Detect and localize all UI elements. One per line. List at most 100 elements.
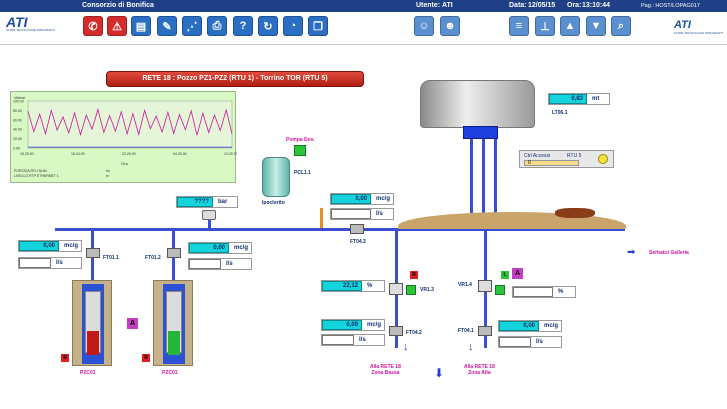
history-icon[interactable]: ↻: [258, 16, 278, 36]
tower-level-unit: mt: [592, 96, 600, 102]
vr13-unit: %: [367, 283, 373, 289]
ft042-pressure-unit: mc/g: [367, 322, 382, 328]
ft041-flowmeter-icon[interactable]: [478, 326, 492, 336]
ft042-flowmeter-icon[interactable]: [389, 326, 403, 336]
gauge-icon[interactable]: ◔: [283, 16, 303, 36]
up-icon[interactable]: ▲: [560, 16, 580, 36]
chart-xtick: 10.29.00: [224, 152, 237, 156]
tower-level-value: 0,83: [549, 94, 587, 104]
ft012-flow-value: [189, 259, 221, 269]
ft041-label: FT04.1: [458, 328, 474, 334]
vr13-remote-badge: R: [410, 271, 418, 279]
ft042-flow-value: [322, 335, 354, 345]
lamp-icon: [598, 154, 608, 164]
rocks: [555, 208, 595, 218]
page-id: Pag.: HOST/LOPAG017: [641, 3, 700, 9]
pump-label: PCL1.1: [294, 170, 311, 176]
tank-label: Ipoclorito: [262, 200, 285, 206]
water-tower: [420, 80, 535, 128]
dosing-pump-icon[interactable]: [294, 145, 306, 156]
ft041-pressure-display: 0,00 mc/g: [498, 320, 562, 332]
chart-ytick: 20.00: [13, 137, 22, 141]
pressure-gauge-icon[interactable]: [202, 210, 216, 220]
vr14-auto-badge: A: [512, 268, 523, 279]
trend-icon[interactable]: ⋰: [182, 16, 202, 36]
time-value: 13:10:44: [582, 2, 611, 9]
report-icon[interactable]: ▤: [131, 16, 151, 36]
ft041-pressure-unit: mc/g: [544, 323, 559, 329]
access-control-panel[interactable]: Ctrl Accessi RTU 5 0: [519, 150, 614, 168]
well-1[interactable]: [72, 280, 112, 366]
ft042-flow-unit: l/s: [359, 337, 366, 343]
ft012-flow-unit: l/s: [226, 261, 233, 267]
ft043-flow-unit: l/s: [376, 211, 383, 217]
chart-ytick: 40.00: [13, 128, 22, 132]
user-name: ATI: [442, 2, 453, 9]
chart-xlabel: Ora: [121, 161, 128, 166]
vr14-label: VR1.4: [458, 282, 472, 288]
ft043-pressure-value: 0,00: [331, 194, 371, 204]
trend-chart-svg: Valore 100.0080.0060.0040.0020.000.00 15…: [13, 95, 238, 178]
vr13-valve-icon[interactable]: [389, 283, 403, 295]
print-icon[interactable]: ⎙: [207, 16, 227, 36]
ft043-label: FT04.3: [350, 239, 366, 245]
vr13-label: VR1.3: [420, 287, 434, 293]
search-icon[interactable]: ⌕: [611, 16, 631, 36]
ft012-pressure-display: 0,00 mc/g: [188, 242, 252, 254]
ft042-pressure-display: 0,00 mc/g: [321, 319, 385, 331]
ft042-label: FT04.2: [406, 330, 422, 336]
toolbar: ATI ALTRE TECNOLOGIE INTEGRANTI ✆ ⚠ ▤ ✎ ⋰…: [0, 12, 727, 45]
pump-title: Pompa Dos.: [286, 137, 315, 143]
chart-yticks: 100.00 80.00 60.00 40.00 20.00 0.00: [13, 100, 24, 151]
vr14-local-badge: L: [501, 271, 509, 279]
chart-xticks: 15.29.00 16.24.00 22.29.00 04.29.00 10.29.00: [20, 152, 238, 156]
serbatoi-label: Serbatoi Galleria: [649, 250, 689, 256]
vr13-display: 22,12 %: [321, 280, 385, 292]
edit-icon[interactable]: ✎: [157, 16, 177, 36]
tree-icon[interactable]: ⊥: [535, 16, 555, 36]
list-icon[interactable]: ≡: [509, 16, 529, 36]
chart-ytick: 0.00: [13, 147, 20, 151]
chart-legend-val-1: I/s: [106, 169, 110, 173]
vr13-actuator-icon[interactable]: [406, 285, 416, 295]
chart-legend-1: PORTATA RTU NUM.: [14, 169, 48, 173]
alarm-icon[interactable]: ⚠: [107, 16, 127, 36]
main-pressure-value: ????: [177, 197, 213, 207]
users-icon[interactable]: ☻: [440, 16, 460, 36]
help-icon[interactable]: ?: [233, 16, 253, 36]
ft011-pressure-display: 0,00 mc/g: [18, 240, 82, 252]
ft011-pressure-value: 0,00: [19, 241, 59, 251]
phone-icon[interactable]: ✆: [83, 16, 103, 36]
ft011-pressure-unit: mc/g: [64, 243, 79, 249]
ft043-flow-display: l/s: [330, 208, 394, 220]
ft041-flow-display: l/s: [498, 336, 562, 348]
ft043-flowmeter-icon[interactable]: [350, 224, 364, 234]
ati-logo-left: ATI ALTRE TECNOLOGIE INTEGRANTI: [6, 14, 55, 32]
arrow-right-icon: ➡: [627, 247, 636, 258]
trend-chart[interactable]: Valore 100.00 80.00 60.00 40.00 20.00 0.00 15…: [10, 91, 238, 183]
ft043-pressure-unit: mc/g: [376, 196, 391, 202]
user-icon[interactable]: ☺: [414, 16, 434, 36]
ft011-flow-value: [19, 258, 51, 268]
scroll-down-icon[interactable]: ⬇: [434, 366, 444, 380]
well-2[interactable]: [153, 280, 193, 366]
well1-label: PZC01: [80, 370, 96, 376]
docs-icon[interactable]: ❐: [308, 16, 328, 36]
tower-level-display: 0,83 mt: [548, 93, 610, 105]
tower-water-level: [463, 126, 498, 139]
ctrl-label: Ctrl Accessi: [524, 153, 551, 159]
ft041-pressure-value: 0,00: [499, 321, 539, 331]
chart-legend-2: LIVELLO RTP ETHERNET 1: [14, 174, 59, 178]
ft041-flow-value: [499, 337, 531, 347]
vr14-actuator-icon[interactable]: [495, 285, 505, 295]
main-pressure-unit: bar: [218, 199, 228, 205]
arrow-down-icon: ↓: [468, 341, 474, 353]
ft012-flowmeter-icon[interactable]: [167, 248, 181, 258]
zona-alta-label: Alla RETE 18 Zona Alta: [464, 364, 495, 376]
vr14-valve-icon[interactable]: [478, 280, 492, 292]
user-label: Utente:: [416, 2, 441, 9]
down-icon[interactable]: ▼: [586, 16, 606, 36]
ft011-flowmeter-icon[interactable]: [86, 248, 100, 258]
page-title: RETE 18 : Pozzo PZ1-PZ2 (RTU 1) - Torrin…: [106, 71, 364, 87]
well1-remote-badge: R: [61, 354, 69, 362]
